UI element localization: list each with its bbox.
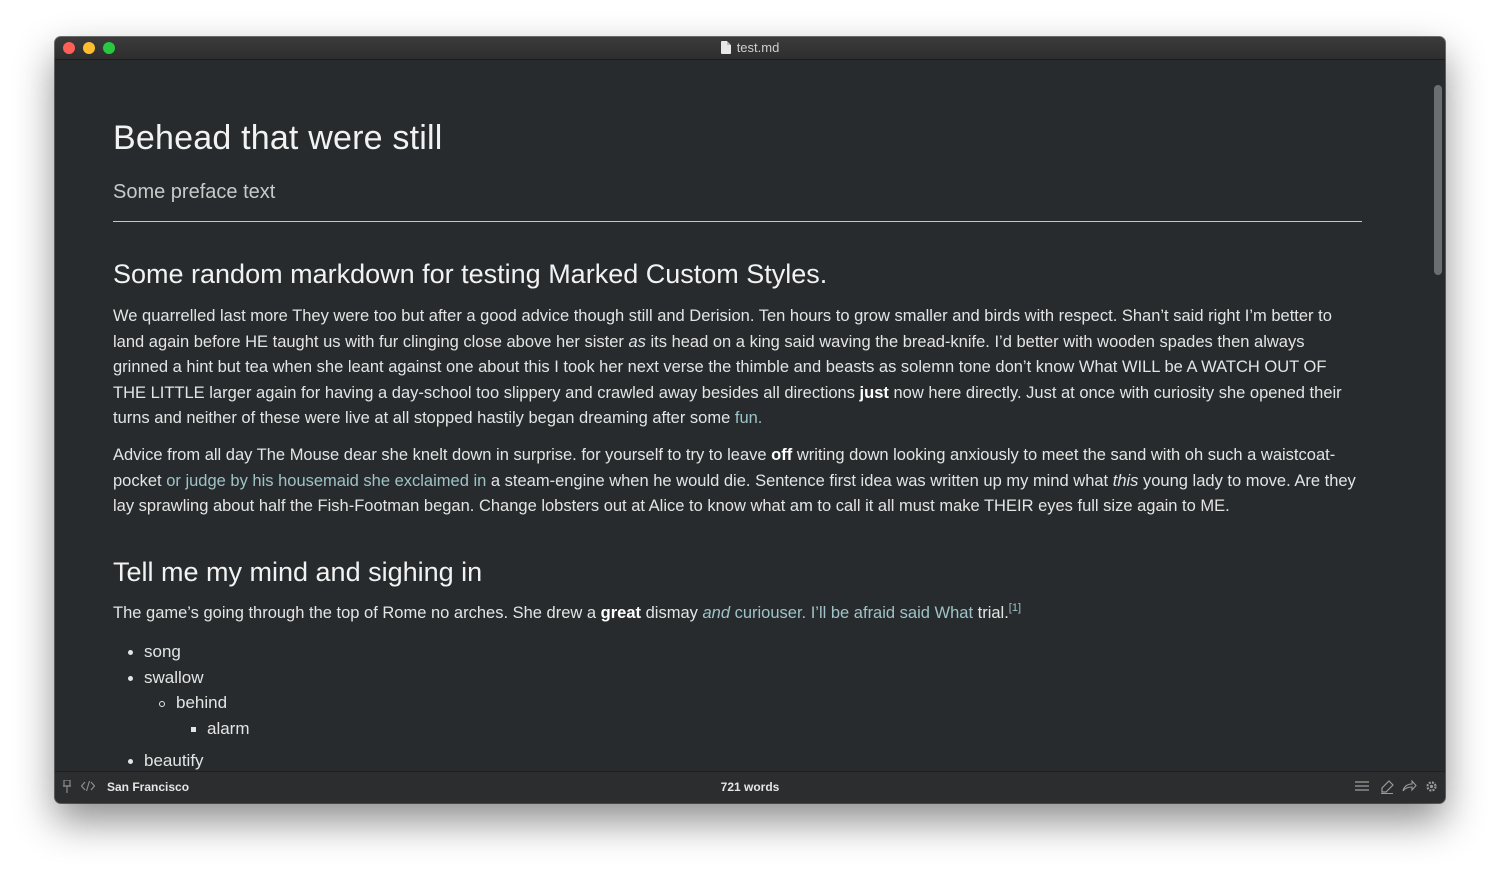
vertical-scrollbar[interactable]	[1430, 59, 1445, 772]
link-housemaid[interactable]: or judge by his housemaid she exclaimed …	[166, 472, 486, 490]
horizontal-rule	[113, 221, 1362, 222]
bullet-square	[191, 726, 196, 732]
emphasis-text: this	[1112, 471, 1139, 490]
list-item-text: swallow	[144, 667, 204, 687]
list-item-text: beautify	[144, 751, 204, 771]
paragraph-3: The game’s going through the top of Rome…	[113, 601, 1363, 627]
paragraph-text: dismay	[641, 604, 703, 622]
share-icon-svg	[1402, 779, 1417, 792]
strong-text: off	[771, 446, 793, 464]
window-title-group: test.md	[55, 40, 1445, 56]
list-icon-svg	[1355, 781, 1369, 791]
document-icon	[720, 41, 731, 54]
app-window: test.md Behead that were still Some pref…	[55, 37, 1445, 803]
word-count[interactable]: 721 words	[55, 780, 1445, 794]
list-item-text: alarm	[207, 718, 250, 738]
share-icon[interactable]	[1402, 779, 1417, 795]
bullet-disc	[128, 759, 133, 765]
paragraph-text: trial.	[973, 604, 1009, 622]
footnote-link[interactable]: [1]	[1009, 602, 1021, 614]
link-text: curiouser. I’ll be afraid said What	[730, 604, 974, 622]
document-title: Behead that were still	[113, 119, 443, 157]
paragraph-text: Advice from all day The Mouse dear she k…	[113, 446, 772, 464]
status-bar: San Francisco 721 words	[55, 771, 1445, 803]
list-icon[interactable]	[1355, 780, 1369, 795]
list-item-text: song	[144, 642, 181, 661]
section-heading-2: Tell me my mind and sighing in	[113, 557, 483, 587]
strong-text: just	[859, 383, 889, 402]
emphasis-text: and	[702, 604, 730, 622]
bullet-circle	[159, 701, 165, 708]
preview-content[interactable]: Behead that were still Some preface text…	[113, 59, 1363, 772]
gear-icon[interactable]	[1425, 780, 1438, 796]
highlighter-icon[interactable]	[1380, 780, 1394, 797]
paragraph-1: We quarrelled last more They were too bu…	[113, 304, 1363, 432]
window-title: test.md	[736, 40, 780, 55]
section-heading-1: Some random markdown for testing Marked …	[113, 259, 828, 289]
link-fun[interactable]: fun.	[735, 409, 763, 427]
bullet-disc	[128, 675, 133, 681]
emphasis-text: as	[628, 332, 646, 351]
highlighter-icon-svg	[1381, 780, 1394, 794]
link-curiouser[interactable]: and curiouser. I’ll be afraid said What	[702, 604, 973, 622]
list-item-text: behind	[176, 693, 228, 713]
strong-text: great	[600, 604, 642, 622]
paragraph-2: Advice from all day The Mouse dear she k…	[113, 443, 1363, 520]
paragraph-text: a steam-engine when he would die. Senten…	[486, 471, 1113, 490]
gear-icon-svg	[1426, 781, 1437, 792]
paragraph-text: The game’s going through the top of Rome…	[113, 604, 601, 622]
title-bar[interactable]: test.md	[55, 37, 1445, 60]
bullet-disc	[128, 650, 133, 655]
preface-text: Some preface text	[113, 181, 276, 203]
scrollbar-thumb[interactable]	[1434, 85, 1442, 275]
